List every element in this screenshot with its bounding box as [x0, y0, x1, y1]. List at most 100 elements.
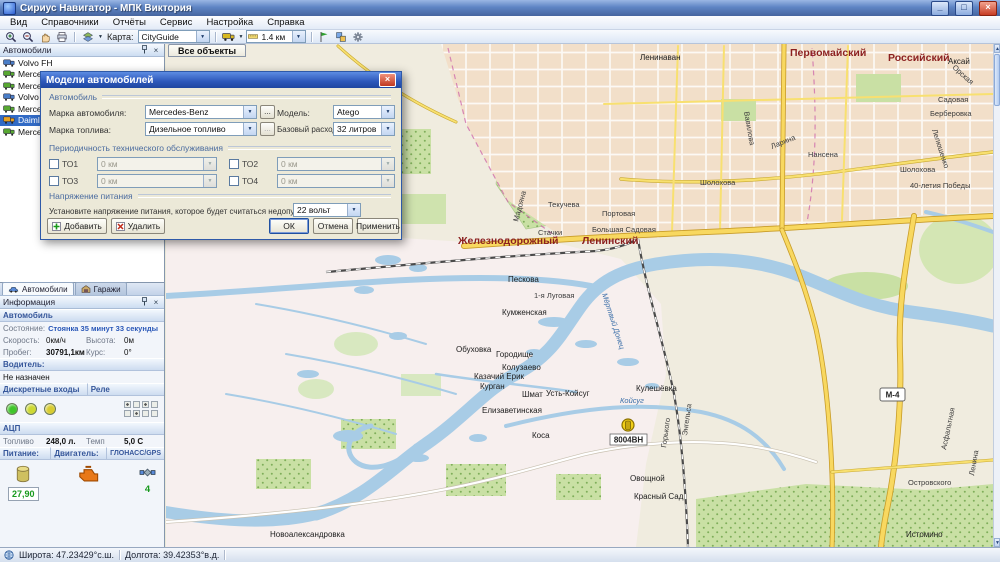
- titlebar[interactable]: Сириус Навигатор - МПК Виктория _ □ ×: [0, 0, 1000, 16]
- to2-checkbox[interactable]: [229, 159, 239, 169]
- map-label: Новоалександровка: [270, 530, 345, 539]
- road-badge-label: М-4: [886, 391, 900, 400]
- pin-icon[interactable]: [139, 297, 149, 308]
- to3-field[interactable]: 0 км ▼: [97, 174, 217, 188]
- brand-combobox[interactable]: Mercedes-Benz ▼: [145, 105, 257, 119]
- to1-field[interactable]: 0 км ▼: [97, 157, 217, 171]
- menu-item[interactable]: Настройка: [199, 16, 260, 29]
- tab-vehicles[interactable]: Автомобили: [2, 282, 74, 295]
- car-icon: [8, 286, 19, 293]
- road-badge: М-4: [880, 388, 905, 401]
- base-consumption-combobox[interactable]: 32 литров ▼: [333, 122, 395, 136]
- state-label: Состояние:: [3, 324, 45, 333]
- add-button[interactable]: Добавить: [47, 218, 107, 234]
- maximize-button[interactable]: □: [955, 1, 973, 16]
- fuel-more-button[interactable]: ...: [260, 122, 275, 136]
- map-vertical-scrollbar[interactable]: ▲ ▼: [993, 44, 1000, 547]
- to3-value: 0 км: [98, 176, 203, 186]
- pin-icon[interactable]: [139, 45, 149, 56]
- cancel-button[interactable]: Отмена: [313, 218, 353, 234]
- section-maintenance-caption: Периодичность технического обслуживания: [49, 143, 223, 153]
- close-icon[interactable]: ×: [151, 298, 161, 307]
- garage-icon: [81, 285, 91, 293]
- vehicle-icon[interactable]: [221, 31, 236, 43]
- temp-value: 5,0 С: [124, 437, 161, 446]
- chevron-down-icon[interactable]: ▼: [243, 106, 256, 118]
- to2-field[interactable]: 0 км ▼: [277, 157, 395, 171]
- fuel-value: 248,0 л.: [46, 437, 86, 446]
- statusbar: Широта: 47.23429°с.ш. Долгота: 39.42353°…: [0, 547, 1000, 562]
- scale-value: 1.4 км: [259, 32, 292, 42]
- map-label: Койсуг: [620, 396, 644, 405]
- delete-button[interactable]: Удалить: [111, 218, 165, 234]
- ok-button-label: ОК: [283, 221, 295, 231]
- menu-item[interactable]: Отчёты: [106, 16, 153, 29]
- scale-combobox[interactable]: 1.4 км ▼: [246, 30, 306, 43]
- map-source-combobox[interactable]: CityGuide ▼: [138, 30, 210, 43]
- relay-cell: [151, 410, 158, 417]
- close-button[interactable]: ×: [979, 1, 997, 16]
- map-label: Казачий Ерик: [474, 372, 525, 381]
- brand-more-button[interactable]: ...: [260, 105, 275, 119]
- pan-hand-icon[interactable]: [37, 31, 52, 43]
- relay-cell: [124, 410, 131, 417]
- map-label: Ленинский: [582, 235, 638, 247]
- chevron-down-icon[interactable]: ▼: [196, 31, 209, 42]
- menu-item[interactable]: Сервис: [153, 16, 200, 29]
- map-label: Курган: [480, 382, 505, 391]
- to4-label: ТО4: [242, 176, 258, 186]
- zoom-in-icon[interactable]: [3, 31, 18, 43]
- altitude-value: 0м: [124, 336, 161, 345]
- to3-label: ТО3: [62, 176, 78, 186]
- latitude-value: Широта: 47.23429°с.ш.: [19, 550, 114, 560]
- truck-icon: [3, 93, 15, 101]
- to1-label: ТО1: [62, 159, 78, 169]
- zoom-out-icon[interactable]: [20, 31, 35, 43]
- fuel-brand-value: Дизельное топливо: [146, 124, 243, 134]
- engine-icon: [77, 464, 101, 485]
- fuel-brand-combobox[interactable]: Дизельное топливо ▼: [145, 122, 257, 136]
- apply-button-label: Применить: [356, 221, 400, 231]
- statusbar-separator: [224, 550, 225, 560]
- chevron-down-icon[interactable]: ▼: [381, 123, 394, 135]
- to1-checkbox[interactable]: [49, 159, 59, 169]
- truck-icon: [3, 105, 15, 113]
- chevron-down-icon[interactable]: ▼: [98, 34, 103, 40]
- tab-garages[interactable]: Гаражи: [75, 282, 127, 295]
- apply-button[interactable]: Применить: [357, 218, 399, 234]
- chevron-down-icon[interactable]: ▼: [292, 31, 305, 42]
- gear-icon[interactable]: [351, 31, 366, 43]
- chevron-down-icon[interactable]: ▼: [239, 34, 244, 40]
- to3-checkbox[interactable]: [49, 176, 59, 186]
- voltage-value: 22 вольт: [294, 205, 347, 215]
- chevron-down-icon: ▼: [203, 175, 216, 187]
- ok-button[interactable]: ОК: [269, 218, 309, 234]
- to4-checkbox[interactable]: [229, 176, 239, 186]
- dialog-titlebar[interactable]: Модели автомобилей ×: [41, 72, 401, 88]
- chevron-down-icon[interactable]: ▼: [243, 123, 256, 135]
- model-combobox[interactable]: Atego ▼: [333, 105, 395, 119]
- voltage-combobox[interactable]: 22 вольт ▼: [293, 203, 361, 217]
- track-flag-icon[interactable]: [317, 31, 332, 43]
- menu-item[interactable]: Справка: [260, 16, 311, 29]
- map-tab-all-objects[interactable]: Все объекты: [168, 44, 246, 57]
- chevron-down-icon[interactable]: ▼: [347, 204, 360, 216]
- scroll-up-arrow-icon[interactable]: ▲: [994, 44, 1000, 53]
- section-power: Питание:: [0, 447, 50, 460]
- to4-field[interactable]: 0 км ▼: [277, 174, 395, 188]
- menu-item[interactable]: Справочники: [34, 16, 106, 29]
- scrollbar-thumb[interactable]: [994, 54, 1000, 106]
- menu-item[interactable]: Вид: [3, 16, 34, 29]
- objects-icon[interactable]: [334, 31, 349, 43]
- map-label: Пескова: [508, 275, 539, 284]
- print-icon[interactable]: [54, 31, 69, 43]
- scroll-down-arrow-icon[interactable]: ▼: [994, 538, 1000, 547]
- vehicle-list-item[interactable]: Volvo FH: [0, 57, 164, 69]
- close-icon[interactable]: ×: [151, 46, 161, 55]
- model-value: Atego: [334, 107, 381, 117]
- chevron-down-icon[interactable]: ▼: [381, 106, 394, 118]
- dialog-close-button[interactable]: ×: [379, 73, 396, 87]
- map-layers-icon[interactable]: [80, 31, 95, 43]
- mileage-value: 30791,1км: [46, 348, 86, 357]
- minimize-button[interactable]: _: [931, 1, 949, 16]
